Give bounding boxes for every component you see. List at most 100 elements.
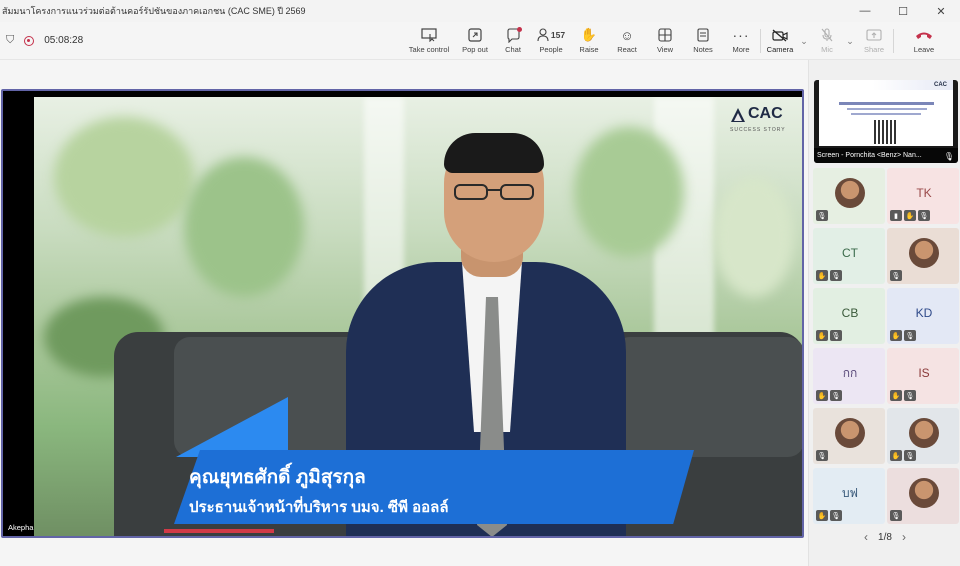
participant-tile[interactable]: 🎙 <box>813 168 885 224</box>
raise-hand-icon: ✋ <box>816 390 828 401</box>
chat-button[interactable]: Chat <box>494 22 532 60</box>
slide-logo: CAC <box>934 82 947 88</box>
avatar <box>909 238 939 268</box>
raise-hand-icon: ✋ <box>904 210 916 221</box>
participant-tile[interactable]: TK ▮ ✋ 🎙 <box>887 168 959 224</box>
mic-off-icon: 🎙 <box>830 330 842 341</box>
react-label: React <box>617 45 637 54</box>
share-button[interactable]: Share <box>855 22 893 60</box>
camera-options-chevron-icon[interactable]: ⌄ <box>799 36 809 47</box>
pop-out-button[interactable]: Pop out <box>456 22 494 60</box>
react-button[interactable]: ☺ React <box>608 22 646 60</box>
avatar: บฟ <box>841 485 859 500</box>
mic-button[interactable]: Mic <box>809 22 845 60</box>
page-indicator: 1/8 <box>878 531 892 543</box>
avatar: IS <box>918 366 930 380</box>
camera-label: Camera <box>766 45 794 54</box>
participant-tile[interactable]: 🎙 <box>887 228 959 284</box>
meeting-timer: 05:08:28 <box>44 35 84 46</box>
participant-tile[interactable]: 🎙 <box>887 468 959 524</box>
camera-button[interactable]: Camera <box>761 22 799 60</box>
stage-participant-name: Akepha <box>8 523 34 532</box>
title-bar: สัมมนาโครงการแนวร่วมต่อต้านคอร์รัปชันของ… <box>0 0 960 22</box>
more-label: More <box>732 45 750 54</box>
spotlight-video[interactable]: CAC SUCCESS STORY คุณยุทธศักดิ์ ภูมิสุรก… <box>1 89 804 538</box>
avatar <box>835 418 865 448</box>
speaker-glasses <box>454 184 534 200</box>
raise-hand-icon: ✋ <box>580 27 598 42</box>
more-button[interactable]: ··· More <box>722 22 760 60</box>
pop-out-icon <box>468 27 482 43</box>
screen-share-tile[interactable]: CAC Screen - Pornchita <Benz> Nan... 🎙 <box>814 80 958 163</box>
mic-off-icon: 🎙 <box>918 210 930 221</box>
raise-hand-icon: ✋ <box>890 330 902 341</box>
share-icon <box>866 27 882 43</box>
participant-tile[interactable]: IS ✋ 🎙 <box>887 348 959 404</box>
meeting-toolbar: ⛉ 05:08:28 Take control Pop out Chat 157… <box>0 22 960 60</box>
recording-icon <box>24 35 35 46</box>
view-icon <box>658 27 672 43</box>
avatar: CB <box>841 306 859 320</box>
take-control-button[interactable]: Take control <box>402 22 456 60</box>
participants-panel: CAC Screen - Pornchita <Benz> Nan... 🎙 🎙… <box>808 60 960 566</box>
mic-off-icon: 🎙 <box>943 152 954 161</box>
avatar: กก <box>842 365 858 380</box>
mic-off-icon <box>821 27 833 43</box>
avatar <box>909 478 939 508</box>
next-page-chevron-icon[interactable]: › <box>902 530 906 544</box>
raise-hand-button[interactable]: ✋ Raise <box>570 22 608 60</box>
participant-tile[interactable]: CB ✋ 🎙 <box>813 288 885 344</box>
mic-off-icon: 🎙 <box>830 390 842 401</box>
people-label: People <box>539 45 563 54</box>
chat-label: Chat <box>505 45 521 54</box>
mic-off-icon: 🎙 <box>830 270 842 281</box>
raise-hand-icon: ✋ <box>816 270 828 281</box>
speaker-video-feed: CAC SUCCESS STORY คุณยุทธศักดิ์ ภูมิสุรก… <box>34 97 802 536</box>
participant-tile[interactable]: KD ✋ 🎙 <box>887 288 959 344</box>
leave-icon <box>915 27 933 43</box>
signal-icon: ▮ <box>890 210 902 221</box>
caption-progress-bar <box>164 529 274 533</box>
raise-hand-icon: ✋ <box>890 450 902 461</box>
leave-button[interactable]: Leave <box>904 22 944 60</box>
more-icon: ··· <box>732 27 750 43</box>
take-control-icon <box>421 27 437 43</box>
avatar: KD <box>915 306 933 320</box>
avatar: CT <box>842 246 858 260</box>
window-title: สัมมนาโครงการแนวร่วมต่อต้านคอร์รัปชันของ… <box>2 6 306 16</box>
mic-off-icon: 🎙 <box>904 450 916 461</box>
mic-options-chevron-icon[interactable]: ⌄ <box>845 36 855 47</box>
avatar <box>835 178 865 208</box>
leave-label: Leave <box>913 45 935 54</box>
mic-label: Mic <box>821 45 833 54</box>
mic-off-icon: 🎙 <box>890 510 902 521</box>
notes-button[interactable]: Notes <box>684 22 722 60</box>
chat-unread-dot <box>516 27 522 32</box>
caption-role: ประธานเจ้าหน้าที่บริหาร บมจ. ซีพี ออลล์ <box>189 499 449 516</box>
participant-tile[interactable]: CT ✋ 🎙 <box>813 228 885 284</box>
participant-tile[interactable]: บฟ ✋ 🎙 <box>813 468 885 524</box>
raise-hand-icon: ✋ <box>816 330 828 341</box>
mic-off-icon: 🎙 <box>830 510 842 521</box>
notes-label: Notes <box>693 45 713 54</box>
participant-tile[interactable]: ✋ 🎙 <box>887 408 959 464</box>
previous-page-chevron-icon[interactable]: ‹ <box>864 530 868 544</box>
minimize-button[interactable]: — <box>846 0 884 22</box>
camera-off-icon <box>772 27 788 43</box>
share-label: Share <box>863 45 884 54</box>
participant-tile[interactable]: 🎙 <box>813 408 885 464</box>
screen-share-label: Screen - Pornchita <Benz> Nan... <box>814 148 958 163</box>
qr-code <box>874 120 898 144</box>
participant-tile[interactable]: กก ✋ 🎙 <box>813 348 885 404</box>
mic-off-icon: 🎙 <box>890 270 902 281</box>
raise-hand-icon: ✋ <box>816 510 828 521</box>
maximize-button[interactable]: ☐ <box>884 0 922 22</box>
close-window-button[interactable]: ✕ <box>922 0 960 22</box>
raise-hand-icon: ✋ <box>890 390 902 401</box>
shield-icon[interactable]: ⛉ <box>6 34 14 47</box>
avatar: TK <box>916 186 932 200</box>
people-button[interactable]: 157 People <box>532 22 570 60</box>
people-icon <box>537 28 549 42</box>
view-button[interactable]: View <box>646 22 684 60</box>
mic-off-icon: 🎙 <box>816 450 828 461</box>
